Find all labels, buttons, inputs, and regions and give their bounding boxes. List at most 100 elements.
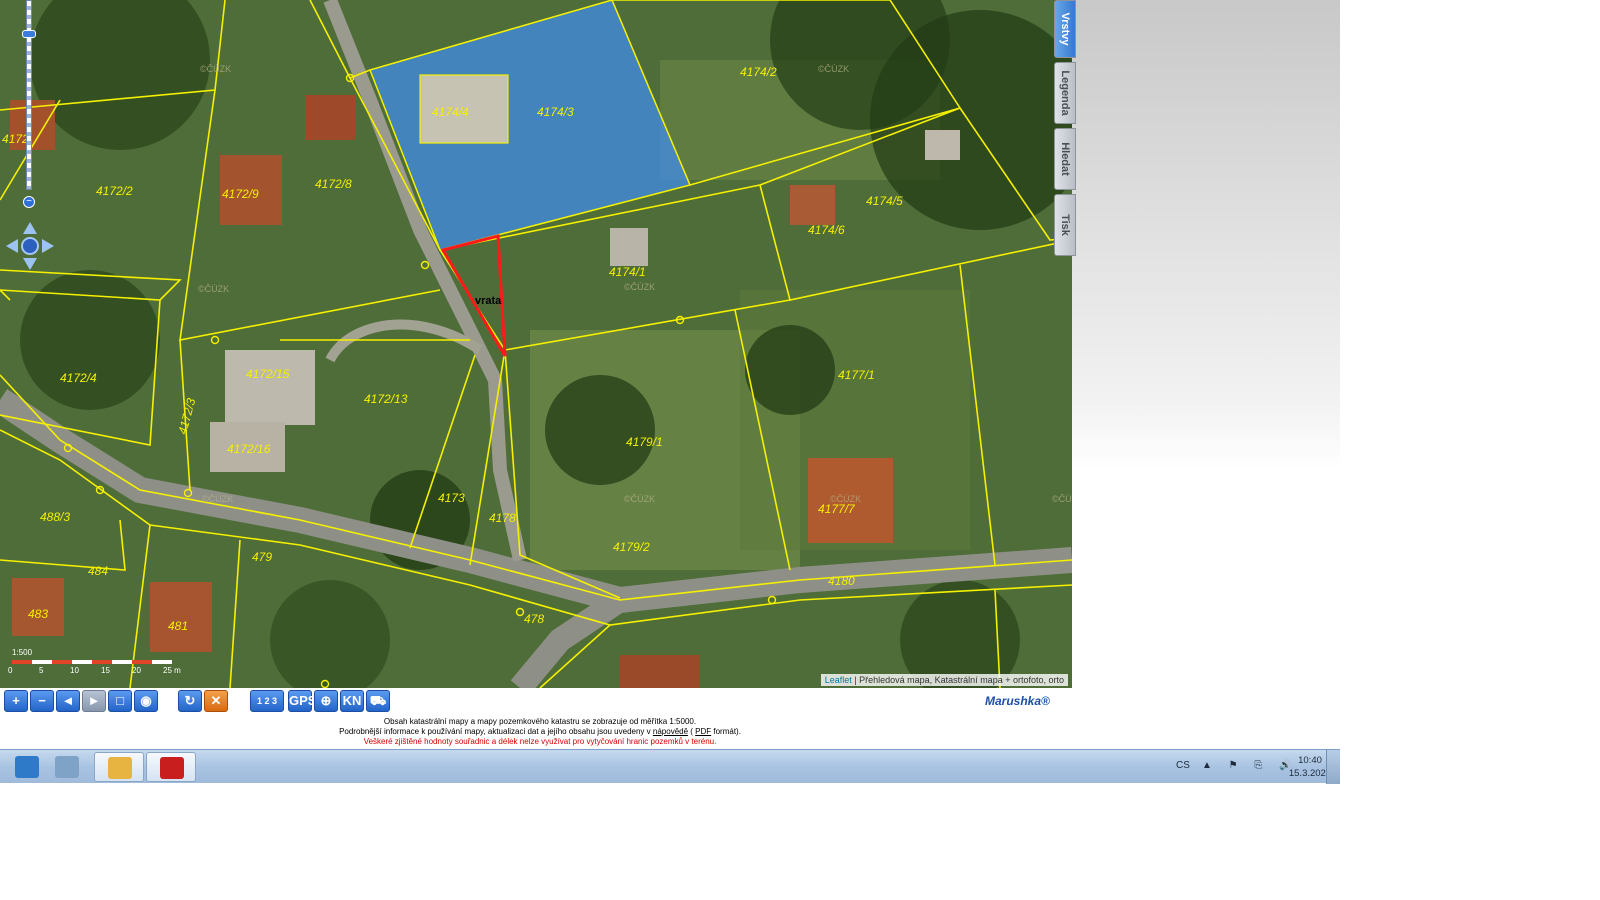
tab-label: Tisk bbox=[1059, 214, 1071, 236]
scale-tick: 5 bbox=[39, 666, 44, 675]
kn-button[interactable]: KN bbox=[340, 690, 364, 712]
full-extent-button[interactable]: ◉ bbox=[134, 690, 158, 712]
screen: 4174/2 4174/3 4174/4 4174/5 4174/6 4174/1 4172… bbox=[0, 0, 1600, 900]
parcel-label: 4174/1 bbox=[609, 265, 646, 279]
parcel-label: 484 bbox=[88, 564, 108, 578]
building-roof bbox=[610, 228, 648, 266]
building-roof bbox=[790, 185, 835, 225]
parcel-label: 4174/6 bbox=[808, 223, 845, 237]
pan-down-icon[interactable] bbox=[23, 258, 37, 270]
gps-button[interactable]: GPS bbox=[288, 690, 316, 712]
forward-button[interactable]: ► bbox=[82, 690, 106, 712]
refresh-button[interactable]: ↻ bbox=[178, 690, 202, 712]
info-line-2-text: Podrobnější informace k používání mapy, … bbox=[339, 727, 651, 736]
show-desktop-button[interactable] bbox=[1326, 750, 1340, 784]
watermark: ©ČÚZK bbox=[202, 494, 233, 504]
zoom-out-button[interactable]: − bbox=[30, 690, 54, 712]
side-panel bbox=[1070, 0, 1340, 470]
parcel-label: 479 bbox=[252, 550, 272, 564]
parcel-label: 4179/1 bbox=[626, 435, 663, 449]
tab-label: Hledat bbox=[1059, 142, 1071, 176]
parcel-label: 4177/7 bbox=[818, 502, 856, 516]
back-button[interactable]: ◄ bbox=[56, 690, 80, 712]
building-roof bbox=[925, 130, 960, 160]
annotation-label: vrata bbox=[475, 295, 502, 307]
parcel-label: 4174/4 bbox=[432, 105, 469, 119]
help-link[interactable]: nápovědě bbox=[653, 727, 688, 736]
parcel-label: 4174/3 bbox=[537, 105, 574, 119]
parcel-label: 4172/8 bbox=[315, 177, 352, 191]
pan-control[interactable] bbox=[6, 222, 54, 270]
parcel-label: 4172/2 bbox=[96, 184, 133, 198]
map-attribution: Leaflet | Přehledová mapa, Katastrální m… bbox=[820, 674, 1068, 686]
clear-button[interactable]: ✕ bbox=[204, 690, 228, 712]
parcel-label: 4172/16 bbox=[227, 442, 271, 456]
brand-logo: Marushka® bbox=[985, 694, 1050, 708]
locate-button[interactable]: ⊕ bbox=[314, 690, 338, 712]
scale-tick: 25 m bbox=[163, 666, 181, 675]
tab-label: Vrstvy bbox=[1059, 12, 1071, 46]
pdf-reader-icon bbox=[160, 757, 184, 779]
pdf-link[interactable]: PDF bbox=[695, 727, 711, 736]
attribution-text: | Přehledová mapa, Katastrální mapa + or… bbox=[851, 675, 1064, 685]
info-text: Obsah katastrální mapy a mapy pozemkovéh… bbox=[300, 717, 780, 747]
parcel-label: 488/3 bbox=[40, 510, 70, 524]
parcel-label: 4172/13 bbox=[364, 392, 408, 406]
leaflet-link[interactable]: Leaflet bbox=[825, 675, 852, 685]
scale-tick: 10 bbox=[70, 666, 79, 675]
pan-center-icon[interactable] bbox=[21, 237, 39, 255]
parcel-label: 4177/1 bbox=[838, 368, 875, 382]
parcel-label: 4178 bbox=[489, 511, 516, 525]
info-warning: Veškeré zjištěné hodnoty souřadnic a dél… bbox=[363, 737, 717, 746]
parcel-label: 481 bbox=[168, 619, 188, 633]
info-line-1: Obsah katastrální mapy a mapy pozemkovéh… bbox=[383, 717, 697, 726]
parcel-label: 4180 bbox=[828, 574, 855, 588]
map-toolbar: + − ◄ ► □ ◉ ↻ ✕ 1 2 3 GPS ⊕ KN ⛟ bbox=[0, 690, 1072, 714]
scale-bar: 1:500 0 5 10 15 20 25 m bbox=[8, 648, 181, 682]
tab-vrstvy[interactable]: Vrstvy bbox=[1054, 0, 1076, 58]
parcel-label: 4172/4 bbox=[60, 371, 97, 385]
watermark: ©ČÚZK bbox=[830, 494, 861, 504]
building-roof bbox=[620, 655, 700, 688]
tree-canopy bbox=[545, 375, 655, 485]
language-indicator[interactable]: CS bbox=[1176, 760, 1190, 771]
info-line-2: Podrobnější informace k používání mapy, … bbox=[300, 727, 780, 737]
building-roof bbox=[150, 582, 212, 652]
tab-legenda[interactable]: Legenda bbox=[1054, 62, 1076, 124]
watermark: ©ČÚZK bbox=[624, 282, 655, 292]
browser-icon bbox=[15, 756, 39, 778]
tab-tisk[interactable]: Tisk bbox=[1054, 194, 1076, 256]
parcel-label: 4173 bbox=[438, 491, 465, 505]
tree-canopy bbox=[745, 325, 835, 415]
parcel-label: 4172/9 bbox=[222, 187, 259, 201]
parcel-label: 478 bbox=[524, 612, 544, 626]
parcel-label: 4179/2 bbox=[613, 540, 650, 554]
taskbar-pdf-reader-button[interactable] bbox=[146, 752, 196, 782]
watermark: ©ČÚZK bbox=[198, 284, 229, 294]
basket-button[interactable]: ⛟ bbox=[366, 690, 390, 712]
building-roof bbox=[305, 95, 355, 140]
watermark: ©ČÚZK bbox=[818, 64, 849, 74]
zoom-in-button[interactable]: + bbox=[4, 690, 28, 712]
taskbar-calculator-button[interactable] bbox=[42, 752, 92, 782]
watermark: ©ČÚZK bbox=[1052, 494, 1072, 504]
info-line-2-end: formát). bbox=[711, 727, 741, 736]
watermark: ©ČÚZK bbox=[200, 64, 231, 74]
tab-hledat[interactable]: Hledat bbox=[1054, 128, 1076, 190]
coordinates-button[interactable]: 1 2 3 bbox=[250, 690, 284, 712]
parcel-label: 4172/15 bbox=[246, 367, 290, 381]
map-view[interactable]: 4174/2 4174/3 4174/4 4174/5 4174/6 4174/1 4172… bbox=[0, 0, 1072, 688]
scale-line bbox=[12, 660, 172, 664]
zoom-slider[interactable]: − bbox=[22, 0, 36, 208]
zoom-out-knob-icon[interactable]: − bbox=[23, 196, 35, 208]
tree-canopy bbox=[20, 270, 160, 410]
pan-up-icon[interactable] bbox=[23, 222, 37, 234]
zoom-handle[interactable] bbox=[22, 30, 36, 38]
pan-left-icon[interactable] bbox=[6, 239, 18, 253]
taskbar-mail-button[interactable] bbox=[94, 752, 144, 782]
map-canvas[interactable]: 4174/2 4174/3 4174/4 4174/5 4174/6 4174/1 4172… bbox=[0, 0, 1072, 688]
pan-right-icon[interactable] bbox=[42, 239, 54, 253]
scale-tick: 15 bbox=[101, 666, 110, 675]
zoom-track[interactable] bbox=[26, 0, 32, 190]
zoom-box-button[interactable]: □ bbox=[108, 690, 132, 712]
